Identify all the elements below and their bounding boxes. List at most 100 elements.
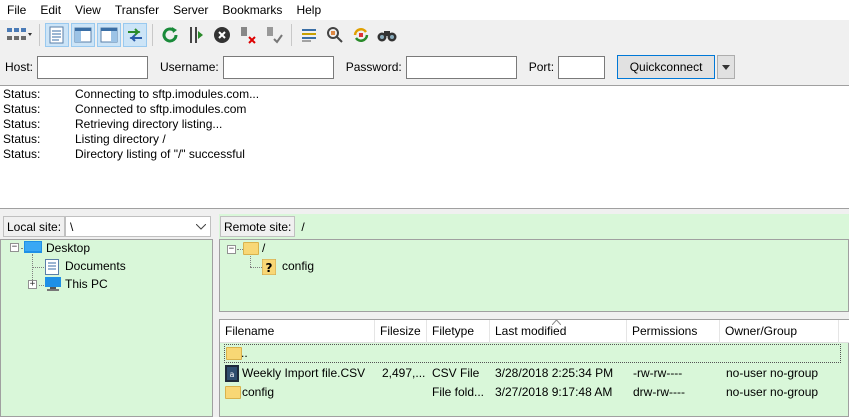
local-site-header: Local site: \: [0, 214, 213, 239]
local-path-value: \: [70, 219, 74, 234]
username-input[interactable]: [222, 55, 334, 79]
toolbar-separator: [39, 23, 40, 46]
menu-transfer[interactable]: Transfer: [108, 0, 166, 20]
menu-edit[interactable]: Edit: [33, 0, 68, 20]
expand-icon[interactable]: +: [28, 280, 37, 289]
toolbar: [0, 20, 849, 49]
port-input[interactable]: [558, 55, 606, 79]
quickconnect-dropdown-button[interactable]: [717, 55, 736, 79]
compare-directories-icon[interactable]: [323, 23, 347, 47]
site-manager-icon[interactable]: [4, 23, 34, 47]
chevron-down-icon: [722, 64, 731, 70]
file-row[interactable]: config File fold... 3/27/2018 9:17:48 AM…: [220, 383, 849, 402]
file-type: CSV File: [432, 366, 480, 380]
tree-item-this-pc[interactable]: This PC: [65, 277, 108, 292]
remote-path-input[interactable]: /: [295, 216, 849, 237]
local-directory-tree[interactable]: − Desktop Documents + This PC: [0, 239, 213, 417]
tree-item-config[interactable]: config: [282, 259, 314, 274]
file-name: config: [242, 385, 275, 399]
svg-text:?: ?: [266, 261, 273, 275]
log-status-key: Status:: [3, 87, 41, 101]
menu-view[interactable]: View: [68, 0, 108, 20]
log-message: Connected to sftp.imodules.com: [75, 102, 247, 116]
toolbar-separator: [152, 23, 153, 46]
remote-path-value: /: [301, 219, 305, 234]
log-status-key: Status:: [3, 147, 41, 161]
log-status-key: Status:: [3, 132, 41, 146]
file-size: 2,497,...: [382, 366, 426, 380]
log-row: Status: Directory listing of "/" successf…: [3, 147, 846, 162]
menu-server[interactable]: Server: [166, 0, 215, 20]
folder-icon: [243, 242, 259, 255]
menu-help[interactable]: Help: [289, 0, 328, 20]
host-input[interactable]: [37, 55, 149, 79]
reconnect-icon[interactable]: [262, 23, 286, 47]
password-input[interactable]: [405, 55, 517, 79]
quickconnect-bar: Host: Username: Password: Port: Quickcon…: [0, 49, 849, 85]
remote-directory-tree[interactable]: − / ? config: [219, 239, 849, 312]
svg-text:a: a: [230, 370, 235, 379]
disconnect-icon[interactable]: [236, 23, 260, 47]
toggle-transfer-queue-icon[interactable]: [123, 22, 147, 47]
collapse-icon[interactable]: −: [227, 245, 236, 254]
local-path-combobox[interactable]: \: [65, 216, 211, 237]
local-site-label: Local site:: [3, 216, 66, 237]
folder-icon: [226, 347, 242, 360]
host-label: Host:: [5, 60, 34, 74]
file-name: ..: [241, 346, 248, 360]
toggle-remote-tree-icon[interactable]: [97, 22, 121, 47]
file-modified: 3/27/2018 9:17:48 AM: [495, 385, 613, 399]
toolbar-separator: [291, 23, 292, 46]
quickconnect-button[interactable]: Quickconnect: [617, 55, 716, 79]
column-permissions[interactable]: Permissions: [627, 320, 720, 343]
desktop-icon: [24, 241, 42, 253]
chevron-down-icon[interactable]: [196, 223, 206, 230]
log-status-key: Status:: [3, 102, 41, 116]
log-message: Retrieving directory listing...: [75, 117, 223, 131]
sort-ascending-icon: [552, 320, 561, 325]
documents-icon: [45, 259, 59, 275]
process-queue-icon[interactable]: [184, 23, 208, 47]
menu-file[interactable]: File: [0, 0, 33, 20]
this-pc-icon: [45, 277, 61, 291]
log-row: Status: Listing directory /: [3, 132, 846, 147]
log-row: Status: Connected to sftp.imodules.com: [3, 102, 846, 117]
directory-filter-icon[interactable]: [297, 23, 321, 47]
column-owner-group[interactable]: Owner/Group: [720, 320, 839, 343]
menu-bookmarks[interactable]: Bookmarks: [215, 0, 289, 20]
file-row-parent[interactable]: ..: [220, 344, 849, 363]
cancel-icon[interactable]: [210, 23, 234, 47]
log-status-key: Status:: [3, 117, 41, 131]
message-log[interactable]: Status: Connecting to sftp.imodules.com..…: [0, 85, 849, 209]
column-filetype[interactable]: Filetype: [427, 320, 490, 343]
log-message: Directory listing of "/" successful: [75, 147, 245, 161]
tree-item-root[interactable]: /: [262, 241, 265, 256]
search-icon[interactable]: [375, 23, 399, 47]
remote-site-label: Remote site:: [220, 216, 296, 237]
tree-item-documents[interactable]: Documents: [65, 259, 126, 274]
toggle-local-tree-icon[interactable]: [71, 22, 95, 47]
toggle-message-log-icon[interactable]: [45, 22, 69, 47]
log-row: Status: Retrieving directory listing...: [3, 117, 846, 132]
file-type: File fold...: [432, 385, 485, 399]
file-owner: no-user no-group: [726, 385, 819, 399]
column-filesize[interactable]: Filesize: [375, 320, 427, 343]
tree-item-desktop[interactable]: Desktop: [46, 241, 90, 256]
remote-file-list[interactable]: Filename Filesize Filetype Last modified…: [219, 319, 849, 417]
folder-icon: [225, 386, 241, 399]
collapse-icon[interactable]: −: [10, 243, 19, 252]
port-label: Port:: [528, 60, 555, 74]
remote-site-header: Remote site: /: [219, 214, 849, 239]
menu-bar: File Edit View Transfer Server Bookmarks…: [0, 0, 849, 20]
log-row: Status: Connecting to sftp.imodules.com..…: [3, 87, 846, 102]
refresh-icon[interactable]: [158, 23, 182, 47]
unknown-folder-icon: ?: [262, 259, 276, 275]
file-permissions: drw-rw----: [633, 385, 685, 399]
file-row[interactable]: a Weekly Import file.CSV 2,497,... CSV F…: [220, 364, 849, 383]
file-modified: 3/28/2018 2:25:34 PM: [495, 366, 614, 380]
log-message: Connecting to sftp.imodules.com...: [75, 87, 260, 101]
column-filename[interactable]: Filename: [220, 320, 375, 343]
file-permissions: -rw-rw----: [633, 366, 683, 380]
file-size: [382, 383, 427, 402]
synchronized-browsing-icon[interactable]: [349, 23, 373, 47]
